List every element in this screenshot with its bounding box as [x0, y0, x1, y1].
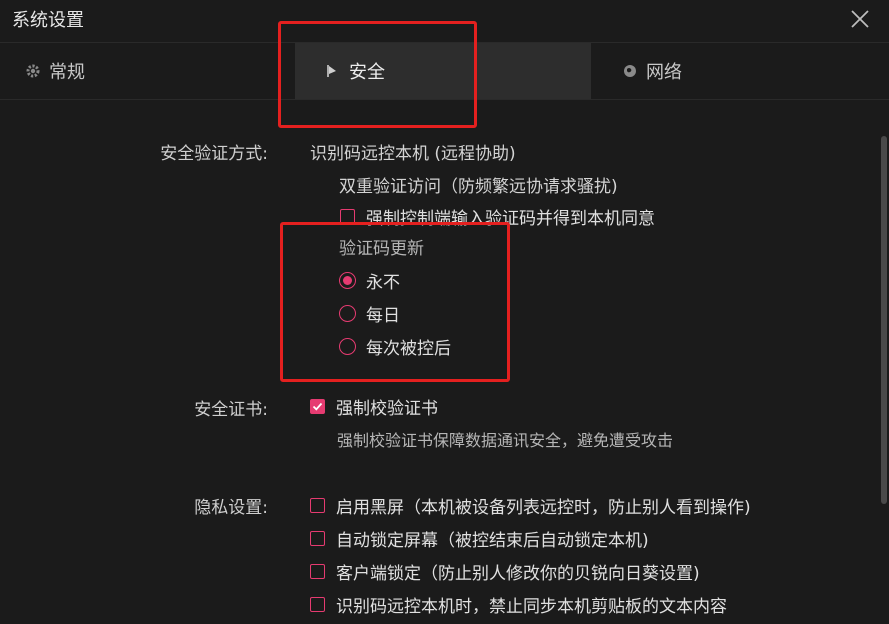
tab-network-label: 网络: [646, 62, 682, 83]
close-button[interactable]: [847, 6, 873, 32]
globe-icon: [622, 63, 638, 79]
force-verify-cert-label: 强制校验证书: [336, 399, 438, 419]
double-verify-label: 双重验证访问（防频繁远协请求骚扰): [339, 177, 618, 197]
privacy-option-label: 启用黑屏（本机被设备列表远控时，防止别人看到操作): [336, 498, 751, 518]
gear-icon: [25, 63, 41, 79]
force-verify-cert-checkbox[interactable]: [310, 399, 325, 414]
privacy-option-label: 识别码远控本机时，禁止同步本机剪贴板的文本内容: [336, 597, 727, 617]
auth-section-label: 安全验证方式:: [160, 144, 268, 164]
privacy-option-client-lock[interactable]: 客户端锁定（防止别人修改你的贝锐向日葵设置): [310, 559, 700, 584]
privacy-option-clipboard[interactable]: 识别码远控本机时，禁止同步本机剪贴板的文本内容: [310, 592, 727, 617]
highlight-box-security-tab: [278, 21, 477, 128]
force-verify-cert-option[interactable]: 强制校验证书: [310, 394, 438, 419]
close-icon: [851, 10, 869, 28]
tab-network[interactable]: 网络: [622, 43, 682, 99]
auth-method: 识别码远控本机 (远程协助): [310, 144, 516, 164]
privacy-section-label: 隐私设置:: [194, 498, 268, 518]
privacy-checkbox[interactable]: [310, 597, 325, 612]
privacy-checkbox[interactable]: [310, 564, 325, 579]
privacy-checkbox[interactable]: [310, 531, 325, 546]
privacy-option-label: 自动锁定屏幕（被控结束后自动锁定本机): [336, 531, 649, 551]
cert-section-label: 安全证书:: [194, 400, 268, 420]
settings-window: 系统设置 常规 安全 网络 安全验证方式: 识别码远控本机 (远程协助) 双重验…: [0, 0, 889, 624]
window-title: 系统设置: [12, 10, 84, 31]
tab-general[interactable]: 常规: [25, 43, 85, 99]
privacy-option-label: 客户端锁定（防止别人修改你的贝锐向日葵设置): [336, 564, 700, 584]
privacy-checkbox[interactable]: [310, 498, 325, 513]
cert-description: 强制校验证书保障数据通讯安全，避免遭受攻击: [337, 431, 674, 450]
tab-general-label: 常规: [49, 62, 85, 83]
check-icon: [312, 402, 323, 411]
scrollbar[interactable]: [881, 136, 887, 504]
privacy-option-black-screen[interactable]: 启用黑屏（本机被设备列表远控时，防止别人看到操作): [310, 493, 751, 518]
privacy-option-auto-lock[interactable]: 自动锁定屏幕（被控结束后自动锁定本机): [310, 526, 649, 551]
highlight-box-code-refresh: [280, 222, 510, 382]
